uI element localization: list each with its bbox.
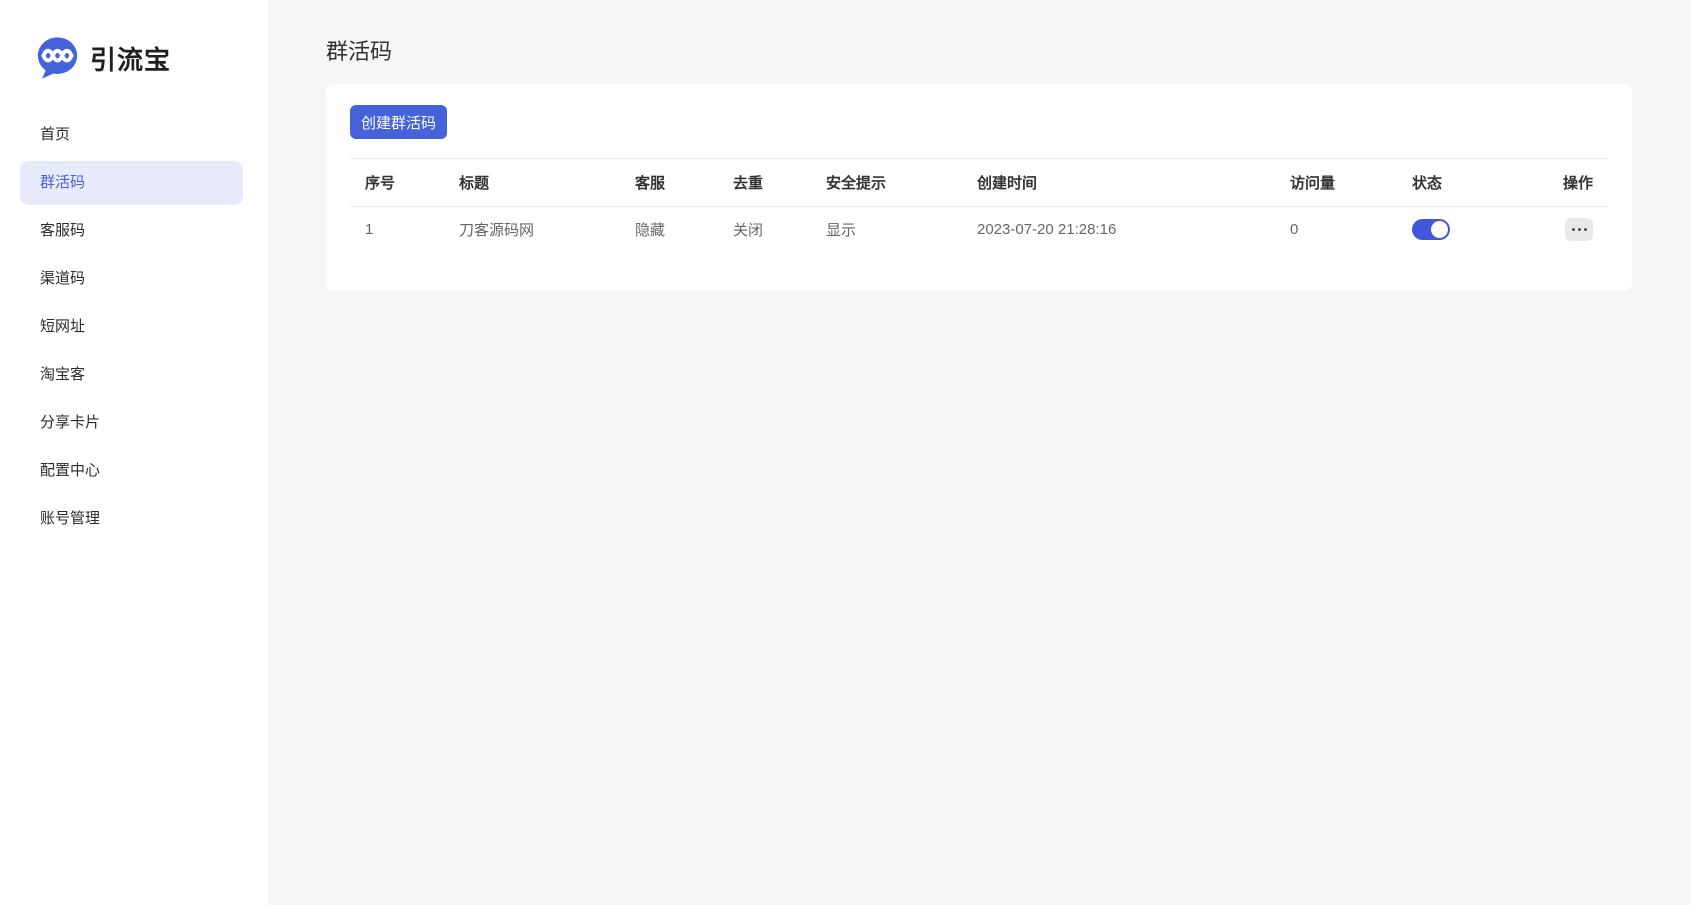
brand-name: 引流宝 <box>90 44 172 75</box>
content-card: 创建群活码 序号 标题 客服 去重 安全提示 创建时间 访问量 状态 操作 1 … <box>326 84 1632 291</box>
create-group-code-button[interactable]: 创建群活码 <box>350 105 448 139</box>
cell-service: 隐藏 <box>635 221 666 239</box>
toggle-knob <box>1431 220 1448 238</box>
sidebar-item-short-url[interactable]: 短网址 <box>20 305 243 349</box>
table-row: 1 刀客源码网 隐藏 关闭 显示 2023-07-20 21:28:16 0 <box>350 207 1607 252</box>
cell-index: 1 <box>365 220 374 238</box>
cell-title: 刀客源码网 <box>459 221 535 239</box>
status-toggle[interactable] <box>1412 218 1450 240</box>
brand-logo: 引流宝 <box>0 0 268 80</box>
header-security-tip: 安全提示 <box>826 175 887 192</box>
chat-bubble-weave-icon <box>37 37 78 79</box>
cell-actions <box>1520 207 1607 252</box>
sidebar-item-config-center[interactable]: 配置中心 <box>20 449 243 493</box>
header-service: 客服 <box>635 175 666 192</box>
table-header: 序号 标题 客服 去重 安全提示 创建时间 访问量 状态 操作 <box>350 158 1607 207</box>
sidebar: 引流宝 首页 群活码 客服码 渠道码 短网址 淘宝客 分享卡片 配置中心 账号管… <box>0 0 268 905</box>
group-code-table: 序号 标题 客服 去重 安全提示 创建时间 访问量 状态 操作 1 刀客源码网 <box>350 158 1607 252</box>
cell-status <box>1397 207 1520 252</box>
header-status: 状态 <box>1412 175 1443 192</box>
row-more-actions-button[interactable] <box>1565 217 1593 241</box>
sidebar-item-channel-code[interactable]: 渠道码 <box>20 257 243 301</box>
cell-dedupe: 关闭 <box>733 221 764 239</box>
header-created-at: 创建时间 <box>977 175 1038 192</box>
main-content: 群活码 创建群活码 序号 标题 客服 去重 安全提示 创建时间 访问量 状态 操… <box>268 0 1691 905</box>
sidebar-item-group-live-code[interactable]: 群活码 <box>20 161 243 205</box>
sidebar-item-home[interactable]: 首页 <box>20 113 243 157</box>
header-visits: 访问量 <box>1290 175 1336 192</box>
sidebar-item-taobaoke[interactable]: 淘宝客 <box>20 353 243 397</box>
header-title: 标题 <box>459 175 490 192</box>
app-window: 引流宝 首页 群活码 客服码 渠道码 短网址 淘宝客 分享卡片 配置中心 账号管… <box>0 0 1691 905</box>
table-header-row: 序号 标题 客服 去重 安全提示 创建时间 访问量 状态 操作 <box>350 158 1607 207</box>
sidebar-item-service-code[interactable]: 客服码 <box>20 209 243 253</box>
cell-visits: 0 <box>1290 220 1299 238</box>
ellipsis-icon <box>1571 227 1587 231</box>
sidebar-menu: 首页 群活码 客服码 渠道码 短网址 淘宝客 分享卡片 配置中心 账号管理 <box>0 113 268 541</box>
cell-security-tip: 显示 <box>826 221 857 239</box>
header-dedupe: 去重 <box>733 175 764 192</box>
page-title: 群活码 <box>326 39 393 64</box>
header-actions: 操作 <box>1562 175 1593 192</box>
sidebar-item-share-card[interactable]: 分享卡片 <box>20 401 243 445</box>
cell-created-at: 2023-07-20 21:28:16 <box>977 220 1117 238</box>
header-index: 序号 <box>365 175 396 192</box>
sidebar-item-account-management[interactable]: 账号管理 <box>20 497 243 541</box>
